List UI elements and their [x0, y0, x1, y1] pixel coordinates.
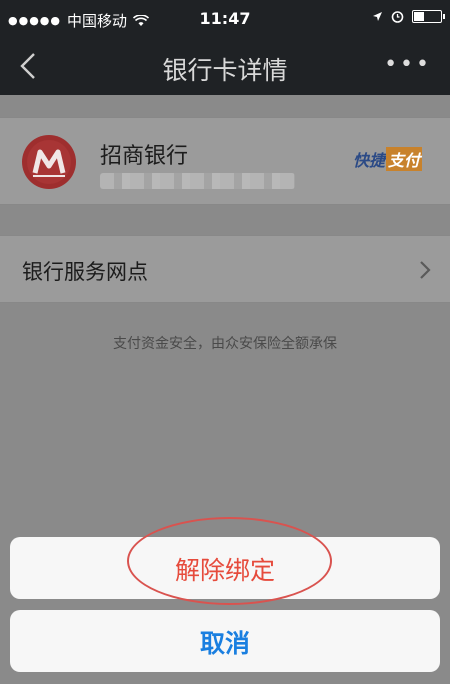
quickpay-text-part1: 快捷	[352, 151, 385, 170]
location-arrow-icon	[373, 12, 382, 21]
cmb-bank-logo-icon	[22, 135, 76, 189]
status-indicators	[372, 10, 445, 23]
battery-icon	[412, 10, 445, 23]
alarm-clock-icon	[391, 11, 404, 23]
more-options-icon[interactable]: •••	[384, 54, 432, 76]
red-annotation-circle	[127, 517, 332, 605]
bank-service-outlets-row[interactable]: 银行服务网点	[0, 235, 450, 303]
bank-card-row: 招商银行 快捷 支付	[0, 117, 450, 205]
bank-service-outlets-label: 银行服务网点	[22, 260, 148, 284]
page-title: 银行卡详情	[162, 56, 288, 85]
status-bar: ●●●●● 中国移动 11:47	[0, 0, 450, 38]
masked-card-number	[100, 173, 295, 189]
bank-name: 招商银行	[100, 144, 189, 169]
cancel-button[interactable]: 取消	[10, 610, 440, 672]
cancel-label: 取消	[199, 629, 250, 658]
navigation-bar: 银行卡详情 •••	[0, 38, 450, 95]
safety-note: 支付资金安全，由众安保险全额承保	[113, 336, 337, 352]
quickpay-badge: 快捷 支付	[349, 147, 426, 171]
quickpay-text-part2: 支付	[385, 147, 422, 171]
chevron-right-icon	[420, 261, 431, 279]
